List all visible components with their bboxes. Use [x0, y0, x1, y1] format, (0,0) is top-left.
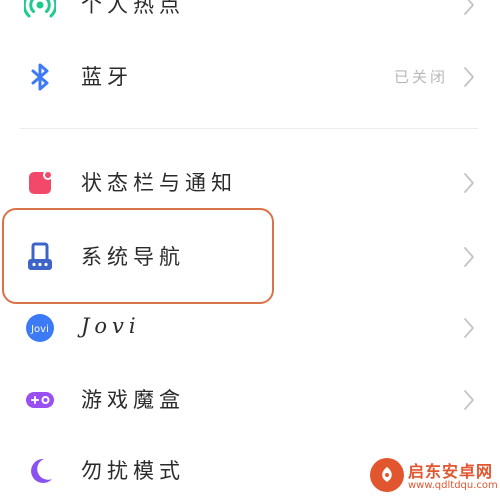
watermark-url: www.qdltdqu.com — [408, 480, 498, 491]
chevron-right-icon — [462, 317, 476, 339]
chevron-right-icon — [462, 246, 476, 268]
jovi-icon-text: Jovi — [30, 324, 49, 335]
settings-item-label: 游戏魔盒 — [81, 388, 185, 412]
status-bar-icon — [24, 167, 56, 199]
section-divider — [20, 128, 478, 129]
settings-item-label: 个人热点 — [81, 0, 185, 17]
watermark-title: 启东安卓网 — [408, 462, 494, 481]
settings-item-jovi[interactable]: Jovi Jovi — [0, 295, 500, 361]
bluetooth-status: 已关闭 — [393, 68, 448, 86]
watermark-logo-icon — [370, 458, 404, 492]
chevron-right-icon — [462, 0, 476, 16]
bluetooth-icon — [24, 61, 56, 93]
hotspot-icon — [22, 0, 58, 21]
chevron-right-icon — [462, 389, 476, 411]
settings-item-label: Jovi — [81, 314, 141, 338]
chevron-right-icon — [462, 66, 476, 88]
game-box-icon — [24, 384, 56, 416]
chevron-right-icon — [462, 172, 476, 194]
moon-icon — [24, 455, 56, 487]
settings-item-game-box[interactable]: 游戏魔盒 — [0, 367, 500, 433]
settings-item-label: 蓝牙 — [81, 65, 133, 89]
settings-item-bluetooth[interactable]: 蓝牙 已关闭 — [0, 44, 500, 110]
settings-item-status-bar[interactable]: 状态栏与通知 — [0, 150, 500, 216]
settings-item-hotspot[interactable]: 个人热点 — [0, 0, 500, 38]
settings-item-label: 状态栏与通知 — [81, 171, 237, 195]
settings-item-label: 勿扰模式 — [81, 459, 185, 483]
jovi-icon: Jovi — [24, 312, 56, 344]
watermark: 启东安卓网 www.qdltdqu.com — [370, 452, 500, 500]
highlight-annotation — [2, 208, 274, 304]
